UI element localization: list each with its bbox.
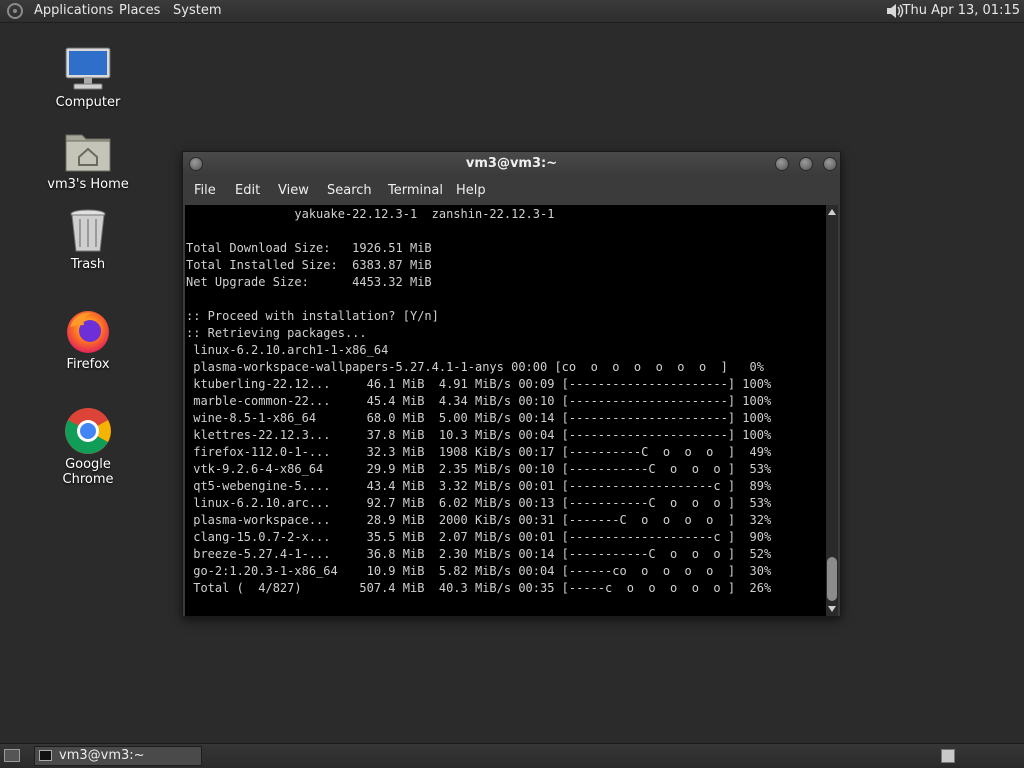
window-title: vm3@vm3:~ bbox=[465, 156, 558, 171]
maximize-button[interactable] bbox=[799, 157, 813, 171]
taskbar-item-label: vm3@vm3:~ bbox=[59, 748, 145, 763]
terminal-line: clang-15.0.7-2-x... 35.5 MiB 2.07 MiB/s … bbox=[186, 530, 772, 544]
applications-menu[interactable]: Applications bbox=[34, 3, 113, 18]
desktop-icon-label: Firefox bbox=[66, 357, 110, 372]
bottom-panel: vm3@vm3:~ bbox=[0, 743, 1024, 768]
menu-view[interactable]: View bbox=[278, 183, 309, 198]
home-folder-icon bbox=[64, 127, 112, 175]
taskbar-item-terminal[interactable]: vm3@vm3:~ bbox=[34, 746, 202, 766]
menu-help[interactable]: Help bbox=[456, 183, 486, 198]
trash-icon bbox=[64, 207, 112, 255]
menu-file[interactable]: File bbox=[194, 183, 216, 198]
clock[interactable]: Thu Apr 13, 01:15 bbox=[903, 3, 1020, 18]
menu-terminal[interactable]: Terminal bbox=[388, 183, 443, 198]
close-button[interactable] bbox=[823, 157, 837, 171]
show-desktop-icon[interactable] bbox=[4, 749, 20, 762]
terminal-line: yakuake-22.12.3-1 zanshin-22.12.3-1 bbox=[186, 207, 555, 221]
gnome-menu-icon[interactable] bbox=[7, 3, 23, 19]
terminal-line: :: Proceed with installation? [Y/n] bbox=[186, 309, 439, 323]
scroll-up-arrow-icon[interactable] bbox=[828, 209, 836, 215]
terminal-line: qt5-webengine-5.... 43.4 MiB 3.32 MiB/s … bbox=[186, 479, 772, 493]
scroll-down-arrow-icon[interactable] bbox=[828, 606, 836, 612]
terminal-line: plasma-workspace... 28.9 MiB 2000 KiB/s … bbox=[186, 513, 772, 527]
terminal-line: firefox-112.0-1-... 32.3 MiB 1908 KiB/s … bbox=[186, 445, 772, 459]
window-titlebar[interactable]: vm3@vm3:~ bbox=[183, 152, 840, 176]
terminal-line: klettres-22.12.3... 37.8 MiB 10.3 MiB/s … bbox=[186, 428, 772, 442]
places-menu[interactable]: Places bbox=[119, 3, 160, 18]
minimize-button[interactable] bbox=[775, 157, 789, 171]
terminal-scrollbar[interactable] bbox=[826, 205, 838, 616]
terminal-line: go-2:1.20.3-1-x86_64 10.9 MiB 5.82 MiB/s… bbox=[186, 564, 772, 578]
terminal-line: :: Retrieving packages... bbox=[186, 326, 367, 340]
terminal-line: marble-common-22... 45.4 MiB 4.34 MiB/s … bbox=[186, 394, 772, 408]
terminal-line: Total Installed Size: 6383.87 MiB bbox=[186, 258, 432, 272]
computer-icon bbox=[64, 45, 112, 93]
terminal-line: ktuberling-22.12... 46.1 MiB 4.91 MiB/s … bbox=[186, 377, 772, 391]
terminal-line: linux-6.2.10.arc... 92.7 MiB 6.02 MiB/s … bbox=[186, 496, 772, 510]
terminal-window[interactable]: vm3@vm3:~ File Edit View Search Terminal… bbox=[182, 151, 841, 617]
terminal-line: Total Download Size: 1926.51 MiB bbox=[186, 241, 432, 255]
terminal-line: wine-8.5-1-x86_64 68.0 MiB 5.00 MiB/s 00… bbox=[186, 411, 772, 425]
terminal-text: yakuake-22.12.3-1 zanshin-22.12.3-1 Total… bbox=[186, 206, 771, 597]
desktop-icon-chrome[interactable]: Google Chrome bbox=[38, 407, 138, 487]
terminal-icon bbox=[39, 750, 52, 761]
terminal-line: Total ( 4/827) 507.4 MiB 40.3 MiB/s 00:3… bbox=[186, 581, 772, 595]
desktop-icon-firefox[interactable]: Firefox bbox=[38, 307, 138, 372]
terminal-line: plasma-workspace-wallpapers-5.27.4.1-1-a… bbox=[186, 360, 764, 374]
terminal-line: Net Upgrade Size: 4453.32 MiB bbox=[186, 275, 432, 289]
desktop-icon-label: Google Chrome bbox=[62, 457, 114, 487]
terminal-line: linux-6.2.10.arch1-1-x86_64 bbox=[186, 343, 389, 357]
terminal-menubar: File Edit View Search Terminal Help bbox=[183, 176, 840, 205]
firefox-icon bbox=[64, 307, 112, 355]
desktop-icon-label: Trash bbox=[70, 257, 106, 272]
chrome-icon bbox=[64, 407, 112, 455]
desktop-icon-label: vm3's Home bbox=[47, 177, 129, 192]
desktop-icon-label: Computer bbox=[55, 95, 121, 110]
terminal-line: vtk-9.2.6-4-x86_64 29.9 MiB 2.35 MiB/s 0… bbox=[186, 462, 772, 476]
desktop-icon-trash[interactable]: Trash bbox=[38, 207, 138, 272]
menu-search[interactable]: Search bbox=[327, 183, 372, 198]
scroll-thumb[interactable] bbox=[827, 557, 837, 601]
terminal-output[interactable]: yakuake-22.12.3-1 zanshin-22.12.3-1 Total… bbox=[185, 205, 828, 616]
top-panel: Applications Places System Thu Apr 13, 0… bbox=[0, 0, 1024, 23]
desktop-icon-home[interactable]: vm3's Home bbox=[38, 127, 138, 192]
terminal-line: breeze-5.27.4-1-... 36.8 MiB 2.30 MiB/s … bbox=[186, 547, 772, 561]
menu-edit[interactable]: Edit bbox=[235, 183, 260, 198]
workspace-switcher[interactable] bbox=[941, 749, 955, 763]
system-menu[interactable]: System bbox=[173, 3, 221, 18]
desktop-icon-computer[interactable]: Computer bbox=[38, 45, 138, 110]
